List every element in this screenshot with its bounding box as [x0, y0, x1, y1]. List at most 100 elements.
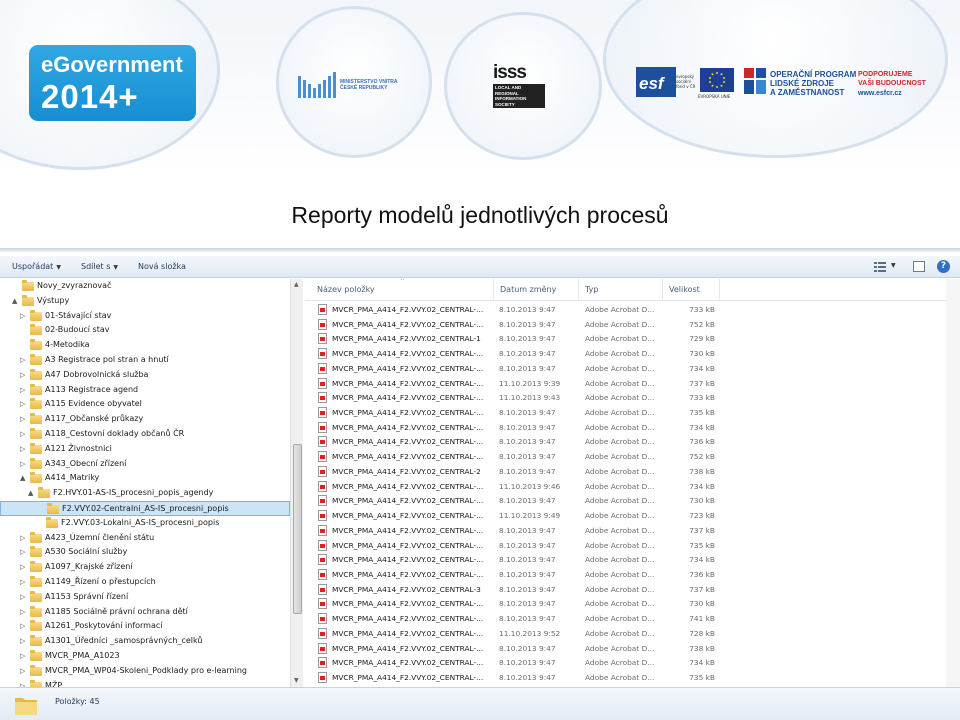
organize-button[interactable]: Uspořádat ▼ [12, 262, 61, 271]
tree-item[interactable]: F2.VVY.02-Centralni_AS-IS_procesni_popis [0, 501, 290, 516]
file-row[interactable]: MVCR_PMA_A414_F2.VVY.02_CENTRAL-1 8.10.20… [305, 331, 960, 346]
expanded-arrow-icon[interactable]: ▲ [20, 474, 25, 482]
file-row[interactable]: MVCR_PMA_A414_F2.VVY.02_CENTRAL-... 8.10.… [305, 346, 960, 361]
expanded-arrow-icon[interactable]: ▲ [28, 489, 33, 497]
file-row[interactable]: MVCR_PMA_A414_F2.VVY.02_CENTRAL-... 8.10.… [305, 302, 960, 317]
column-divider[interactable] [578, 279, 579, 301]
file-name: MVCR_PMA_A414_F2.VVY.02_CENTRAL-... [332, 555, 484, 565]
tree-item[interactable]: ▷ A117_Občanské průkazy [0, 412, 290, 427]
navigation-scroll-thumb[interactable] [293, 444, 302, 614]
collapsed-arrow-icon[interactable]: ▷ [20, 622, 25, 630]
tree-item[interactable]: ▷ A530 Sociální služby [0, 545, 290, 560]
collapsed-arrow-icon[interactable]: ▷ [20, 430, 25, 438]
file-row[interactable]: MVCR_PMA_A414_F2.VVY.02_CENTRAL-... 8.10.… [305, 449, 960, 464]
preview-pane-icon[interactable] [913, 261, 925, 272]
column-divider[interactable] [493, 279, 494, 301]
tree-item-label: A1261_Poskytování informací [45, 621, 163, 631]
file-row[interactable]: MVCR_PMA_A414_F2.VVY.02_CENTRAL-... 11.10… [305, 479, 960, 494]
file-row[interactable]: MVCR_PMA_A414_F2.VVY.02_CENTRAL-2 8.10.20… [305, 464, 960, 479]
navigation-scrollbar[interactable]: ▲ ▼ [290, 279, 303, 687]
tree-item[interactable]: ▷ A121 Živnostnici [0, 442, 290, 457]
collapsed-arrow-icon[interactable]: ▷ [20, 652, 25, 660]
tree-item[interactable]: ▲ F2.HVY.01-AS-IS_procesni_popis_agendy [0, 486, 290, 501]
tree-item[interactable]: 4-Metodika [0, 338, 290, 353]
file-row[interactable]: MVCR_PMA_A414_F2.VVY.02_CENTRAL-... 8.10.… [305, 538, 960, 553]
column-header-type[interactable]: Typ [585, 285, 598, 294]
share-with-button[interactable]: Sdílet s ▼ [81, 262, 118, 271]
file-row[interactable]: MVCR_PMA_A414_F2.VVY.02_CENTRAL-... 8.10.… [305, 434, 960, 449]
collapsed-arrow-icon[interactable]: ▷ [20, 593, 25, 601]
scroll-down-icon[interactable]: ▼ [294, 677, 299, 684]
tree-item[interactable]: ▷ 01-Stávající stav [0, 309, 290, 324]
file-row[interactable]: MVCR_PMA_A414_F2.VVY.02_CENTRAL-... 8.10.… [305, 596, 960, 611]
tree-item[interactable]: ▷ A1301_Úředníci _samosprávných_celků [0, 634, 290, 649]
views-menu-chevron-icon[interactable]: ▼ [891, 262, 896, 269]
file-row[interactable]: MVCR_PMA_A414_F2.VVY.02_CENTRAL-... 11.10… [305, 390, 960, 405]
change-view-icon[interactable] [874, 262, 886, 272]
file-row[interactable]: MVCR_PMA_A414_F2.VVY.02_CENTRAL-... 8.10.… [305, 420, 960, 435]
file-row[interactable]: MVCR_PMA_A414_F2.VVY.02_CENTRAL-... 8.10.… [305, 493, 960, 508]
file-size: 734 kB [689, 658, 715, 668]
tree-item[interactable]: ▷ A423_Územní členění státu [0, 531, 290, 546]
collapsed-arrow-icon[interactable]: ▷ [20, 460, 25, 468]
collapsed-arrow-icon[interactable]: ▷ [20, 415, 25, 423]
collapsed-arrow-icon[interactable]: ▷ [20, 445, 25, 453]
tree-item[interactable]: ▷ MVCR_PMA_WP04-Skoleni_Podklady pro e-le… [0, 664, 290, 679]
file-row[interactable]: MVCR_PMA_A414_F2.VVY.02_CENTRAL-... 8.10.… [305, 523, 960, 538]
file-row[interactable]: MVCR_PMA_A414_F2.VVY.02_CENTRAL-... 8.10.… [305, 361, 960, 376]
collapsed-arrow-icon[interactable]: ▷ [20, 667, 25, 675]
file-row[interactable]: MVCR_PMA_A414_F2.VVY.02_CENTRAL-... 8.10.… [305, 552, 960, 567]
file-row[interactable]: MVCR_PMA_A414_F2.VVY.02_CENTRAL-... 11.10… [305, 508, 960, 523]
file-row[interactable]: MVCR_PMA_A414_F2.VVY.02_CENTRAL-... 8.10.… [305, 641, 960, 656]
file-row[interactable]: MVCR_PMA_A414_F2.VVY.02_CENTRAL-... 8.10.… [305, 317, 960, 332]
file-row[interactable]: MVCR_PMA_A414_F2.VVY.02_CENTRAL-... 8.10.… [305, 611, 960, 626]
collapsed-arrow-icon[interactable]: ▷ [20, 563, 25, 571]
tree-item[interactable]: ▷ A1261_Poskytování informací [0, 619, 290, 634]
column-header-name[interactable]: Název položky [317, 285, 375, 294]
expanded-arrow-icon[interactable]: ▲ [12, 297, 17, 305]
collapsed-arrow-icon[interactable]: ▷ [20, 400, 25, 408]
collapsed-arrow-icon[interactable]: ▷ [20, 578, 25, 586]
tree-item[interactable]: Novy_zvyraznovač [0, 279, 290, 294]
tree-item[interactable]: ▷ A118_Cestovní doklady občanů ČR [0, 427, 290, 442]
column-header-size[interactable]: Velikost [669, 285, 700, 294]
tree-item[interactable]: ▷ MŽP [0, 679, 290, 687]
tree-item[interactable]: ▲ Výstupy [0, 294, 290, 309]
help-button[interactable]: ? [937, 260, 950, 273]
file-row[interactable]: MVCR_PMA_A414_F2.VVY.02_CENTRAL-... 8.10.… [305, 670, 960, 685]
tree-item[interactable]: ▷ A343_Obecní zřízení [0, 457, 290, 472]
collapsed-arrow-icon[interactable]: ▷ [20, 637, 25, 645]
file-row[interactable]: MVCR_PMA_A414_F2.VVY.02_CENTRAL-3 8.10.20… [305, 582, 960, 597]
new-folder-button[interactable]: Nová složka [138, 262, 186, 271]
tree-item[interactable]: ▲ A414_Matriky [0, 471, 290, 486]
collapsed-arrow-icon[interactable]: ▷ [20, 608, 25, 616]
collapsed-arrow-icon[interactable]: ▷ [20, 371, 25, 379]
column-divider[interactable] [662, 279, 663, 301]
file-row[interactable]: MVCR_PMA_A414_F2.VVY.02_CENTRAL-... 11.10… [305, 626, 960, 641]
scroll-up-icon[interactable]: ▲ [294, 281, 299, 288]
file-list-scrollbar[interactable] [946, 279, 960, 687]
tree-item[interactable]: ▷ A1149_Řízení o přestupcích [0, 575, 290, 590]
collapsed-arrow-icon[interactable]: ▷ [20, 386, 25, 394]
tree-item[interactable]: ▷ A47 Dobrovolnická služba [0, 368, 290, 383]
tree-item[interactable]: ▷ MVCR_PMA_A1023 [0, 649, 290, 664]
collapsed-arrow-icon[interactable]: ▷ [20, 356, 25, 364]
folder-icon [30, 354, 42, 365]
tree-item[interactable]: ▷ A113 Registrace agend [0, 383, 290, 398]
file-row[interactable]: MVCR_PMA_A414_F2.VVY.02_CENTRAL-... 8.10.… [305, 567, 960, 582]
collapsed-arrow-icon[interactable]: ▷ [20, 312, 25, 320]
tree-item[interactable]: ▷ A1153 Správní řízení [0, 590, 290, 605]
file-row[interactable]: MVCR_PMA_A414_F2.VVY.02_CENTRAL-... 8.10.… [305, 405, 960, 420]
file-row[interactable]: MVCR_PMA_A414_F2.VVY.02_CENTRAL-... 11.10… [305, 376, 960, 391]
column-header-date[interactable]: Datum změny [500, 285, 556, 294]
tree-item[interactable]: F2.VVY.03-Lokalni_AS-IS_procesni_popis [0, 516, 290, 531]
tree-item[interactable]: ▷ A1185 Sociálně právní ochrana dětí [0, 605, 290, 620]
collapsed-arrow-icon[interactable]: ▷ [20, 548, 25, 556]
column-divider[interactable] [719, 279, 720, 301]
file-row[interactable]: MVCR_PMA_A414_F2.VVY.02_CENTRAL-... 8.10.… [305, 655, 960, 670]
tree-item[interactable]: ▷ A1097_Krajské zřízení [0, 560, 290, 575]
tree-item[interactable]: 02-Budoucí stav [0, 323, 290, 338]
collapsed-arrow-icon[interactable]: ▷ [20, 534, 25, 542]
tree-item[interactable]: ▷ A3 Registrace pol stran a hnutí [0, 353, 290, 368]
tree-item[interactable]: ▷ A115 Evidence obyvatel [0, 397, 290, 412]
